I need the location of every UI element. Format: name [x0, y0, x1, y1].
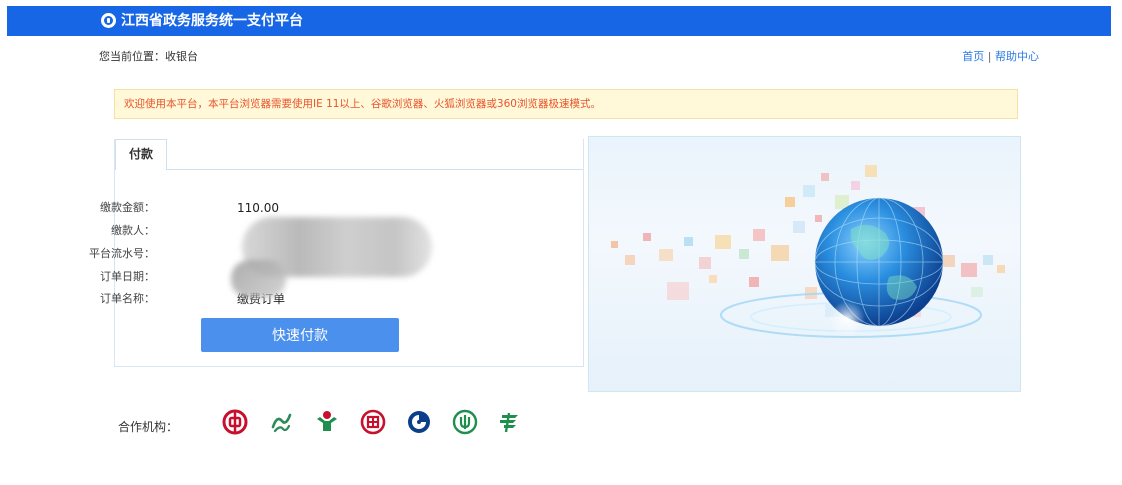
payer-label: 缴款人： [111, 224, 155, 237]
agricultural-bank-icon [317, 411, 337, 431]
postal-savings-icon [500, 412, 518, 433]
order-name-label: 订单名称： [100, 292, 155, 305]
order-date-label: 订单日期： [100, 270, 155, 283]
top-header-bar: 江西省政务服务统一支付平台 [7, 6, 1111, 36]
tab-divider [167, 169, 583, 170]
redacted-date-blur [231, 260, 286, 298]
field-order-name: 订单名称： 缴费订单 [100, 291, 515, 307]
bank-of-communications-icon [271, 413, 292, 433]
china-post-icon [452, 409, 478, 435]
globe-banner-image [588, 136, 1021, 392]
site-title: 江西省政务服务统一支付平台 [121, 13, 303, 29]
industrial-commercial-bank-icon [360, 409, 386, 435]
platform-logo-icon [101, 13, 116, 28]
tab-payment[interactable]: 付款 [115, 139, 167, 170]
bank-of-china-icon [222, 409, 248, 435]
partners-label: 合作机构： [118, 420, 179, 434]
serial-label: 平台流水号： [89, 247, 155, 260]
amount-value: 110.00 [237, 201, 279, 215]
browser-notice: 欢迎使用本平台，本平台浏览器需要使用IE 11以上、谷歌浏览器、火狐浏览器或36… [114, 89, 1018, 119]
help-center-link[interactable]: 帮助中心 [995, 50, 1039, 63]
field-amount: 缴款金额： 110.00 [100, 200, 515, 216]
link-separator: | [984, 50, 995, 63]
amount-label: 缴款金额： [100, 201, 155, 214]
globe-illustration [611, 165, 1005, 338]
quick-pay-button[interactable]: 快速付款 [201, 318, 399, 352]
top-links: 首页 | 帮助中心 [962, 48, 1039, 64]
construction-bank-icon [408, 411, 430, 433]
breadcrumb: 您当前位置：收银台 [99, 50, 198, 63]
home-link[interactable]: 首页 [962, 50, 984, 63]
